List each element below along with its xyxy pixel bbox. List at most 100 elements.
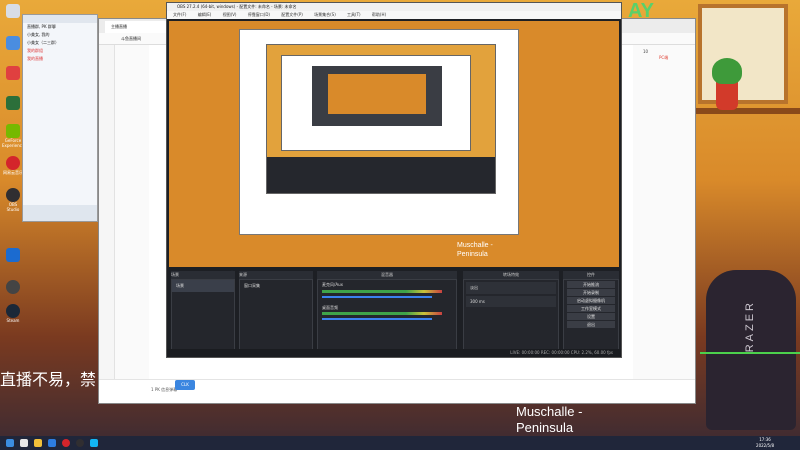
netease-music-icon[interactable] (62, 439, 70, 447)
obs-status-bar: LIVE: 00:00:00 REC: 00:00:00 CPU: 2.2%, … (167, 349, 621, 357)
menu-help[interactable]: 帮助(H) (372, 12, 386, 17)
menu-file[interactable]: 文件(F) (173, 12, 186, 17)
app-icon (6, 66, 20, 80)
chat-bottom-toolbar (23, 205, 97, 221)
chat-icon[interactable] (90, 439, 98, 447)
obs-preview[interactable]: Muschalle - Peninsula (169, 21, 619, 267)
desktop-icon-geforce[interactable]: GeForce Experience (2, 124, 24, 148)
desktop-icon-obs[interactable]: OBS Studio (2, 188, 24, 212)
browser-icon[interactable] (48, 439, 56, 447)
chat-list-item[interactable]: 我的直播 (23, 55, 97, 63)
app-icon (6, 248, 20, 262)
obs-menubar: 文件(F) 编辑(E) 视图(V) 停靠窗口(D) 配置文件(P) 场景集合(S… (167, 11, 621, 19)
obs-icon[interactable] (76, 439, 84, 447)
now-playing-title: Peninsula (516, 420, 574, 435)
menu-view[interactable]: 视图(V) (223, 12, 237, 17)
preview-mirror-docks (267, 157, 495, 193)
stream-subtitle: 直播不易，禁 (0, 372, 97, 389)
folder-icon[interactable] (34, 439, 42, 447)
razer-logo-text: RAZER (744, 300, 756, 353)
dock-scenes: 场景 (171, 279, 235, 351)
mixer-fader-mic[interactable] (322, 296, 432, 298)
obs-titlebar[interactable]: OBS 27.2.4 (64-bit, windows) - 配置文件: 未命名… (167, 3, 621, 11)
dock-header-controls: 控件 (563, 271, 619, 279)
menu-docks[interactable]: 停靠窗口(D) (248, 12, 270, 17)
obs-icon (6, 188, 20, 202)
desktop-icon-steam[interactable]: Steam (2, 304, 24, 323)
desktop-icon-label: OBS Studio (6, 202, 20, 212)
dock-header-mixer: 混音器 (317, 271, 457, 279)
mixer-meter-mic (322, 290, 442, 293)
studio-mode-button[interactable]: 工作室模式 (567, 305, 615, 312)
browser-right-panel: 10 PC端 (633, 45, 695, 379)
preview-mirror-1 (239, 29, 519, 235)
recycle-bin-icon (6, 4, 20, 18)
transition-duration[interactable]: 300 ms (466, 296, 556, 307)
menu-profile[interactable]: 配置文件(P) (281, 12, 303, 17)
dock-header-scenes: 场景 (171, 271, 235, 279)
mixer-meter-desktop (322, 312, 442, 315)
taskbar-clock[interactable]: 17:36 2022/5/8 (756, 437, 774, 449)
wallpaper-window (698, 4, 788, 104)
network-icon (6, 36, 20, 50)
preview-music-line1: Muschalle - (457, 242, 493, 249)
wallpaper-light-strip (700, 352, 800, 354)
menu-edit[interactable]: 编辑(E) (198, 12, 212, 17)
desktop-icon-label: GeForce Experience (2, 138, 25, 148)
scene-item[interactable]: 场景 (172, 280, 234, 292)
obs-window[interactable]: OBS 27.2.4 (64-bit, windows) - 配置文件: 未命名… (166, 2, 622, 358)
geforce-icon (6, 124, 20, 138)
wallpaper-plant (712, 58, 742, 110)
start-streaming-button[interactable]: 开始推流 (567, 281, 615, 288)
preview-mirror-5 (328, 74, 426, 114)
netease-music-icon (6, 156, 20, 170)
clock-date: 2022/5/8 (756, 443, 774, 448)
chat-titlebar[interactable] (23, 15, 97, 23)
desktop-icon-game[interactable] (2, 96, 24, 110)
menu-tools[interactable]: 工具(T) (347, 12, 361, 17)
now-playing-text: Muschalle - Peninsula (516, 404, 582, 436)
preview-mirror-4 (312, 66, 442, 126)
chat-list-item[interactable]: 小美女（二三群） (23, 39, 97, 47)
preview-mirror-3 (281, 55, 471, 151)
game-icon (6, 96, 20, 110)
dock-mixer: 麦克风/Aux 桌面音频 (317, 279, 457, 351)
virtual-camera-button[interactable]: 启动虚拟摄像机 (567, 297, 615, 304)
start-recording-button[interactable]: 开始录制 (567, 289, 615, 296)
transition-select[interactable]: 淡出 (466, 282, 556, 294)
settings-button[interactable]: 设置 (567, 313, 615, 320)
obs-icon (6, 280, 20, 294)
desktop-icon-obs2[interactable] (2, 280, 24, 294)
now-playing-artist: Muschalle - (516, 404, 583, 419)
dock-header-transitions: 转场特效 (463, 271, 559, 279)
dock-transitions: 淡出 300 ms (463, 279, 559, 351)
taskbar: 17:36 2022/5/8 (0, 436, 800, 450)
preview-music-line2: Peninsula (457, 251, 488, 258)
danmaku-input[interactable]: 1 PK 信息弹幕 (151, 387, 177, 393)
exit-button[interactable]: 退出 (567, 321, 615, 328)
wallpaper-speaker: RAZER (706, 270, 796, 430)
brand-badge: CLK (175, 380, 195, 390)
mixer-fader-desktop[interactable] (322, 318, 432, 320)
browser-left-panel (115, 45, 149, 379)
desktop-icon-network[interactable] (2, 36, 24, 50)
browser-sidebar (99, 45, 115, 403)
search-icon[interactable] (20, 439, 28, 447)
menu-scene-collection[interactable]: 场景集合(S) (314, 12, 336, 17)
platform-label: PC端 (659, 55, 669, 60)
chat-list-item[interactable]: 小美女, 我的 (23, 31, 97, 39)
source-item[interactable]: 窗口采集 (240, 280, 312, 292)
preview-mirror-2 (266, 44, 496, 194)
chat-window[interactable]: 直播群, PK 群聊 小美女, 我的 小美女（二三群） 我的群组 我的直播 (22, 14, 98, 222)
preview-music-text: Muschalle - Peninsula (457, 241, 493, 259)
desktop-icon-app[interactable] (2, 66, 24, 80)
desktop-icon-recycle[interactable] (2, 4, 24, 18)
chat-list-item[interactable]: 我的群组 (23, 47, 97, 55)
desktop-icon-netease[interactable]: 网易云音乐 (2, 156, 24, 175)
viewer-count: 10 (643, 49, 649, 54)
browser-bottom-bar: 1 PK 信息弹幕 CLK (99, 379, 695, 403)
start-icon[interactable] (6, 439, 14, 447)
desktop-icon-app2[interactable] (2, 248, 24, 262)
desktop-icon-label: 网易云音乐 (3, 170, 23, 175)
chat-list-item[interactable]: 直播群, PK 群聊 (23, 23, 97, 31)
